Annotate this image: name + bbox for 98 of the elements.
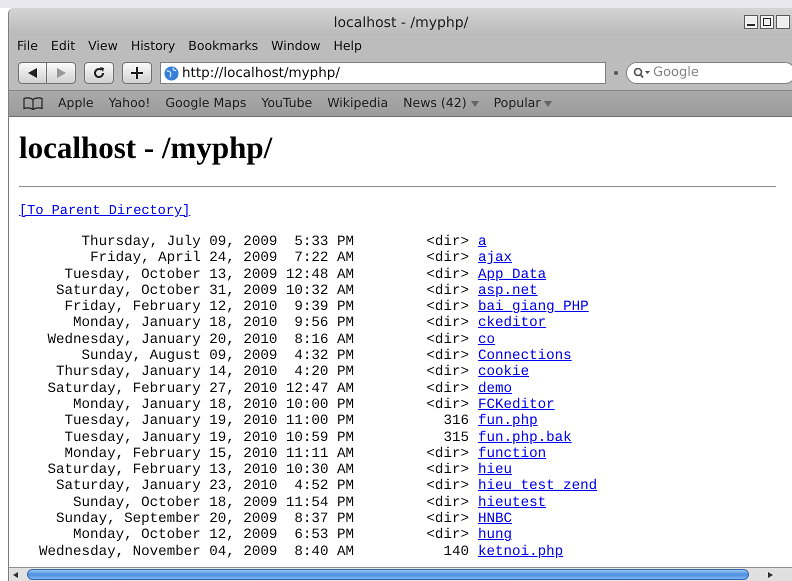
size-cell-text: <dir> bbox=[425, 332, 469, 348]
file-link[interactable]: ketnoi.php bbox=[478, 544, 564, 560]
date-cell-text: Tuesday, October 13, 2009 12:48 AM bbox=[64, 266, 354, 283]
forward-arrow-icon bbox=[56, 68, 66, 78]
date-cell-text: Thursday, January 14, 2010 4:20 PM bbox=[55, 364, 354, 381]
menu-item[interactable]: View bbox=[88, 36, 118, 56]
file-link[interactable]: bai_giang_PHP bbox=[478, 299, 589, 316]
size-cell-text: <dir> bbox=[425, 364, 469, 381]
plus-icon bbox=[131, 67, 143, 79]
menu-item[interactable]: File bbox=[17, 36, 38, 56]
date-cell-text: Wednesday, November 04, 2009 8:40 AM bbox=[38, 544, 354, 560]
file-link[interactable]: hung bbox=[478, 527, 512, 544]
date-cell-text: Tuesday, January 19, 2010 11:00 PM bbox=[64, 413, 354, 430]
reload-button[interactable] bbox=[84, 62, 114, 84]
address-field[interactable]: http://localhost/myphp/ bbox=[160, 62, 606, 84]
date-cell-text: Monday, January 18, 2010 9:56 PM bbox=[72, 315, 354, 332]
size-cell-text: <dir> bbox=[425, 462, 469, 478]
menu-item[interactable]: Help bbox=[333, 36, 362, 56]
bookmark-link[interactable]: Yahoo! bbox=[108, 94, 150, 113]
date-cell-text: Wednesday, January 20, 2010 8:16 AM bbox=[46, 332, 354, 348]
date-cell-text: Friday, April 24, 2009 7:22 AM bbox=[89, 250, 354, 267]
size-cell-text: <dir> bbox=[425, 282, 469, 300]
parent-directory-link[interactable]: [To Parent Directory] bbox=[19, 204, 190, 220]
minimize-button[interactable] bbox=[744, 15, 758, 29]
bookmark-link[interactable]: Wikipedia bbox=[327, 94, 388, 113]
size-cell-text: <dir> bbox=[425, 494, 469, 512]
size-cell-text: <dir> bbox=[425, 511, 469, 528]
size-cell-text: <dir> bbox=[425, 315, 469, 332]
menu-item[interactable]: Bookmarks bbox=[188, 36, 258, 56]
add-bookmark-button[interactable] bbox=[122, 62, 152, 84]
menu-item[interactable]: History bbox=[130, 36, 176, 56]
file-link[interactable]: cookie bbox=[478, 364, 530, 381]
size-cell-text: <dir> bbox=[425, 396, 469, 414]
date-cell-text: Thursday, July 09, 2009 5:33 PM bbox=[80, 234, 354, 250]
date-cell-text: Sunday, October 18, 2009 11:54 PM bbox=[72, 494, 354, 512]
file-link[interactable]: fun.php bbox=[478, 413, 538, 430]
date-cell-text: Friday, February 12, 2010 9:39 PM bbox=[64, 299, 354, 316]
file-link[interactable]: co bbox=[478, 332, 496, 348]
bookmark-link[interactable]: YouTube bbox=[261, 94, 312, 113]
caret-icon bbox=[544, 100, 552, 106]
date-cell-text: Monday, October 12, 2009 6:53 PM bbox=[72, 527, 354, 544]
size-cell-text: <dir> bbox=[425, 527, 469, 544]
back-button[interactable] bbox=[18, 62, 47, 84]
size-cell-text: <dir> bbox=[425, 299, 469, 316]
menu-item[interactable]: Edit bbox=[50, 36, 76, 56]
size-cell-text: <dir> bbox=[425, 250, 469, 267]
search-field[interactable]: Google bbox=[626, 62, 792, 84]
file-link[interactable]: FCKeditor bbox=[478, 396, 555, 414]
date-cell-text: Saturday, October 31, 2009 10:32 AM bbox=[55, 282, 354, 300]
size-cell-text: <dir> bbox=[425, 348, 469, 364]
open-book-icon[interactable] bbox=[23, 97, 43, 110]
forward-button[interactable] bbox=[47, 62, 76, 84]
file-link[interactable]: HNBC bbox=[478, 511, 512, 528]
date-cell-text: Saturday, January 23, 2010 4:52 PM bbox=[55, 478, 354, 495]
bookmark-menu[interactable]: News (42) bbox=[403, 94, 479, 113]
file-link[interactable]: ckeditor bbox=[478, 315, 546, 332]
back-arrow-icon bbox=[28, 68, 37, 78]
bookmark-menu[interactable]: Popular bbox=[494, 94, 552, 113]
date-cell-text: Saturday, February 27, 2010 12:47 AM bbox=[46, 380, 354, 397]
date-cell-text: Tuesday, January 19, 2010 10:59 PM bbox=[64, 430, 354, 446]
size-cell-text: <dir> bbox=[425, 266, 469, 283]
search-icon bbox=[633, 67, 651, 79]
size-cell-text: <dir> bbox=[425, 478, 469, 495]
file-link[interactable]: hieutest bbox=[478, 494, 546, 512]
file-link[interactable]: fun.php.bak bbox=[478, 430, 572, 446]
file-link[interactable]: Connections bbox=[478, 348, 572, 364]
date-cell-text: Monday, January 18, 2010 10:00 PM bbox=[72, 396, 354, 414]
search-input[interactable]: Google bbox=[653, 63, 773, 83]
size-cell-text: <dir> bbox=[425, 380, 469, 397]
close-button[interactable] bbox=[776, 15, 790, 29]
bookmark-link[interactable]: Apple bbox=[58, 94, 94, 113]
window-title: localhost - /myphp/ bbox=[334, 15, 468, 31]
menu-item[interactable]: Window bbox=[271, 36, 320, 56]
size-cell-text: 315 bbox=[442, 430, 469, 446]
size-cell-text: 140 bbox=[442, 544, 469, 560]
date-cell-text: Saturday, February 13, 2010 10:30 AM bbox=[46, 462, 354, 478]
file-link[interactable]: ajax bbox=[478, 250, 512, 267]
file-link[interactable]: hieu bbox=[478, 462, 512, 478]
file-link[interactable]: hieu_test_zend bbox=[478, 478, 598, 495]
caret-icon bbox=[470, 100, 479, 106]
file-link[interactable]: demo bbox=[478, 380, 512, 397]
date-cell-text: Sunday, August 09, 2009 4:32 PM bbox=[80, 348, 354, 364]
file-link[interactable]: a bbox=[478, 234, 487, 250]
maximize-button[interactable] bbox=[760, 15, 774, 29]
file-link[interactable]: asp.net bbox=[478, 282, 538, 300]
size-cell-text: <dir> bbox=[425, 234, 469, 250]
date-cell-text: Sunday, September 20, 2009 8:37 PM bbox=[55, 511, 354, 528]
horizontal-scrollbar[interactable] bbox=[9, 567, 792, 581]
file-link[interactable]: function bbox=[478, 446, 546, 462]
page-heading: localhost - /myphp/ bbox=[19, 130, 274, 166]
bookmark-link[interactable]: Google Maps bbox=[165, 94, 246, 113]
globe-icon bbox=[164, 66, 179, 80]
size-cell-text: <dir> bbox=[425, 446, 469, 462]
scroll-thumb[interactable] bbox=[27, 569, 749, 580]
date-cell-text: Monday, February 15, 2010 11:11 AM bbox=[64, 446, 354, 462]
size-cell-text: 316 bbox=[442, 413, 469, 430]
file-link[interactable]: App_Data bbox=[478, 266, 546, 283]
reload-icon bbox=[93, 67, 105, 79]
